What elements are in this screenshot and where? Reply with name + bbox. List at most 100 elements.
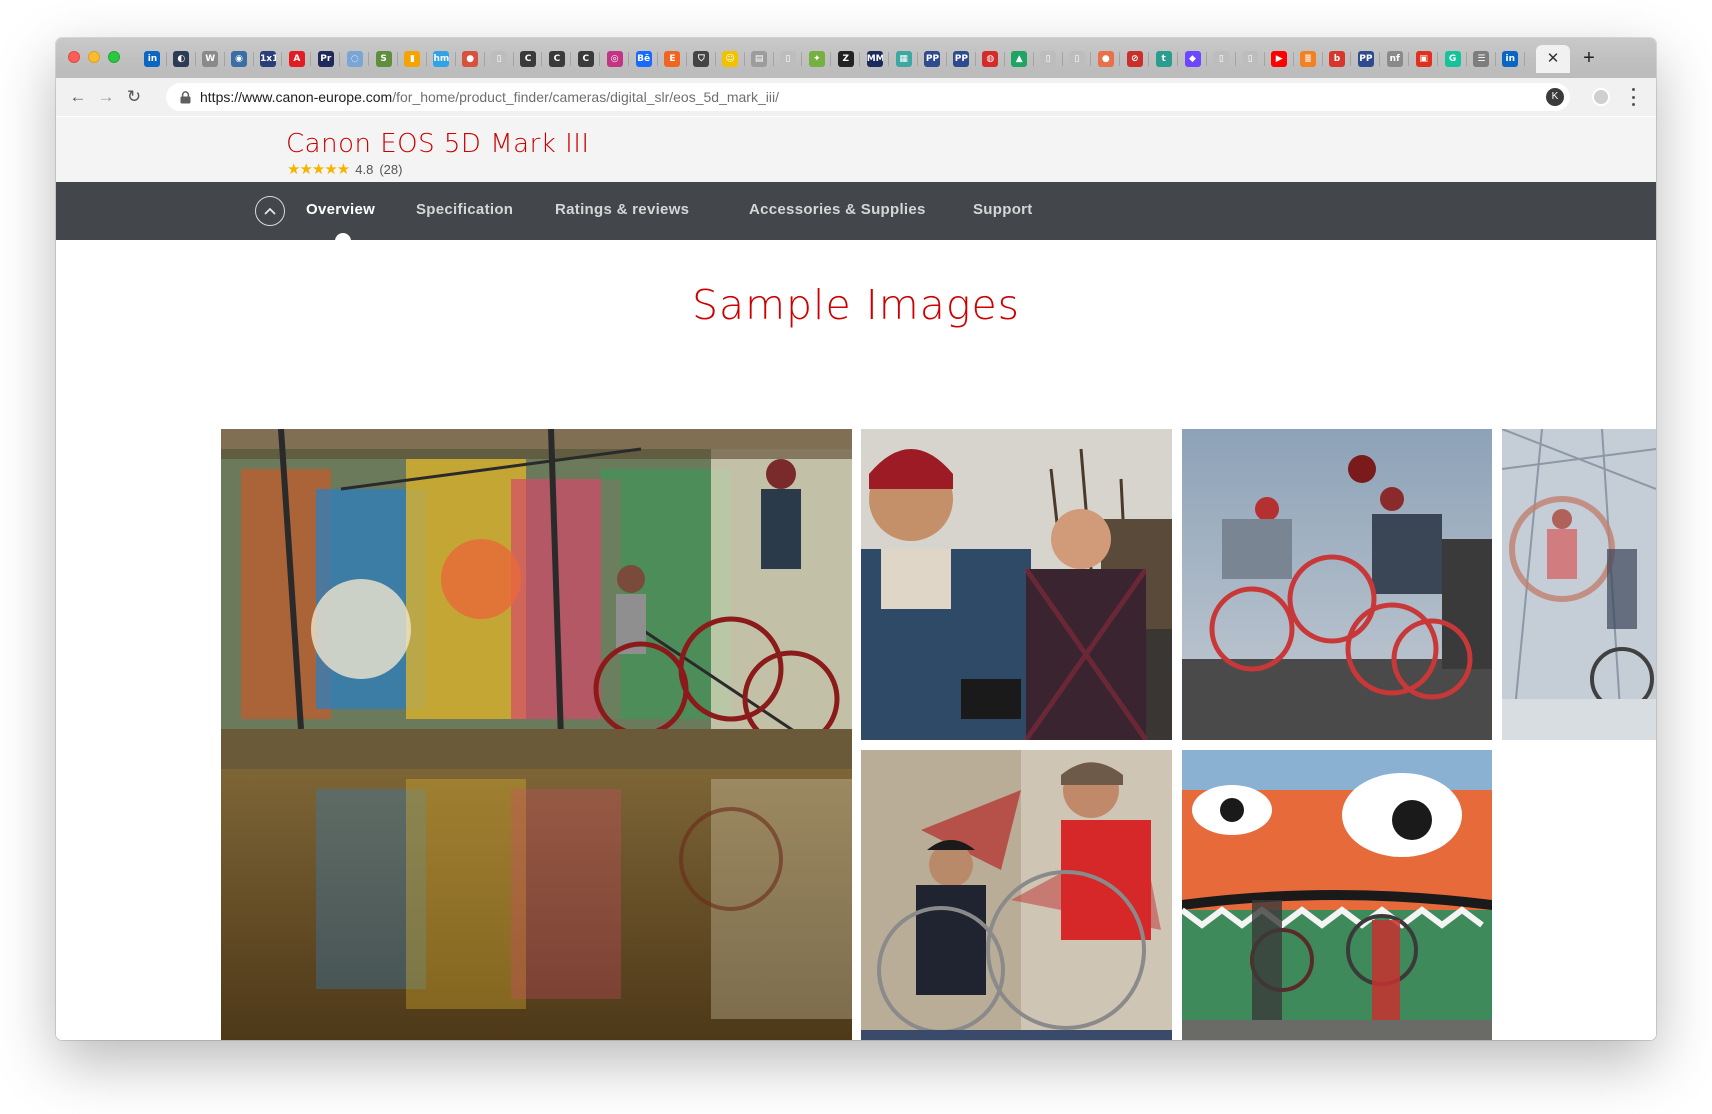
doc-icon: ▯ (1068, 51, 1085, 67)
pinned-tab[interactable]: Bē (629, 45, 658, 73)
pinned-tab[interactable]: MM (860, 45, 890, 73)
pinned-tab[interactable]: ✦ (802, 45, 832, 73)
shield-icon: ⛉ (693, 51, 710, 67)
pinned-tab[interactable]: C (514, 45, 543, 73)
gallery-title: Sample Images (691, 281, 1021, 329)
leaf-icon: ✦ (808, 51, 825, 67)
gallery-image-wheel-repair[interactable] (861, 750, 1172, 1040)
pinned-tab[interactable]: ● (456, 45, 485, 73)
pinned-tab[interactable]: C (571, 45, 601, 73)
pinned-tab[interactable]: ▯ (774, 45, 803, 73)
extension-k-icon[interactable]: K (1546, 88, 1564, 106)
pinned-tab[interactable]: ▯ (1034, 45, 1063, 73)
pinned-tab[interactable]: E (658, 45, 687, 73)
pp-icon: PP (953, 51, 970, 67)
doc-icon: ▯ (1040, 51, 1057, 67)
pinned-tab[interactable]: ▯ (485, 45, 514, 73)
pinned-tab[interactable]: C (542, 45, 572, 73)
pinned-tab[interactable]: ◆ (1178, 45, 1207, 73)
pinned-tab[interactable]: PP (918, 45, 947, 73)
nav-tab-specification[interactable]: Specification (416, 201, 513, 218)
gallery-image-mural-wall[interactable] (1182, 750, 1492, 1040)
gallery-image-dome-cyclists[interactable] (1502, 429, 1656, 740)
pinned-tab[interactable]: S (369, 45, 398, 73)
nav-tab-overview[interactable]: Overview (306, 201, 375, 218)
window-controls (68, 51, 120, 63)
pinned-tab[interactable]: ▦ (889, 45, 918, 73)
pinned-tab[interactable]: nf (1380, 45, 1410, 73)
square-red-icon: ▣ (1415, 51, 1432, 67)
pinned-tab[interactable]: ▯ (1236, 45, 1265, 73)
forward-button[interactable]: → (94, 85, 118, 109)
behance-icon: Bē (635, 51, 652, 67)
pinned-tab[interactable]: ⛉ (687, 45, 716, 73)
gallery-image-bike-polo[interactable] (1182, 429, 1492, 740)
pinned-tab[interactable]: 1x1 (254, 45, 283, 73)
pinned-tab[interactable]: Z (831, 45, 861, 73)
pinned-tab[interactable]: ▣ (1409, 45, 1438, 73)
b-icon: b (1328, 51, 1345, 67)
nav-tab-support[interactable]: Support (973, 201, 1033, 218)
product-header: Canon EOS 5D Mark III ★★★★★ 4.8 (28) (56, 117, 1656, 182)
gallery-image-graffiti-reflection[interactable] (221, 429, 852, 1040)
pinned-tab[interactable]: ◌ (340, 45, 370, 73)
nav-tab-ratings-reviews[interactable]: Ratings & reviews (555, 201, 689, 218)
youtube-icon: ▶ (1271, 51, 1288, 67)
product-rating[interactable]: ★★★★★ 4.8 (28) (287, 162, 403, 178)
pinned-tab[interactable]: PP (1351, 45, 1381, 73)
maximize-window-button[interactable] (108, 51, 120, 63)
stack-icon: ≣ (1300, 51, 1317, 67)
pinned-tab[interactable]: Pr (311, 45, 341, 73)
gallery-image-portrait[interactable] (861, 429, 1172, 740)
new-tab-button[interactable]: + (1578, 48, 1600, 70)
pinned-tab[interactable]: ◐ (167, 45, 196, 73)
pinned-tab[interactable]: ▤ (745, 45, 774, 73)
swirl-icon: ◌ (346, 51, 363, 67)
minimize-window-button[interactable] (88, 51, 100, 63)
drive-icon: ▲ (1011, 51, 1028, 67)
pinned-tab[interactable]: b (1323, 45, 1352, 73)
profile-avatar[interactable] (1592, 88, 1610, 106)
close-tab-icon[interactable]: ✕ (1536, 45, 1570, 73)
pp-icon: PP (924, 51, 941, 67)
pinned-tab[interactable]: ☰ (1467, 45, 1496, 73)
instagram-icon: ◎ (606, 51, 623, 67)
pinned-tab[interactable]: ▮ (398, 45, 427, 73)
pinned-tab[interactable]: hm (427, 45, 456, 73)
adobe-icon: A (288, 51, 305, 67)
pinned-tab[interactable]: ◎ (600, 45, 630, 73)
collapse-header-button[interactable] (255, 196, 285, 226)
pinned-tab[interactable]: ▶ (1265, 45, 1294, 73)
pinned-tab[interactable]: W (196, 45, 225, 73)
pinned-tab[interactable]: ◉ (225, 45, 254, 73)
pinned-tab[interactable]: ⊘ (1120, 45, 1150, 73)
browser-menu-icon[interactable] (1630, 88, 1636, 106)
address-bar[interactable]: https://www.canon-europe.com/for_home/pr… (166, 83, 1570, 111)
pinned-tab[interactable]: ▲ (1005, 45, 1034, 73)
doc-icon: ▯ (491, 51, 508, 67)
page-viewport: Canon EOS 5D Mark III ★★★★★ 4.8 (28) Ove… (56, 117, 1656, 1040)
pinned-tab[interactable]: ▯ (1063, 45, 1092, 73)
pinned-tab[interactable]: ◍ (976, 45, 1005, 73)
pinned-tab[interactable]: G (1438, 45, 1467, 73)
pinned-tab[interactable]: ● (1091, 45, 1121, 73)
reload-button[interactable]: ↻ (122, 85, 146, 109)
pinned-tab[interactable]: A (282, 45, 312, 73)
pinned-tab[interactable]: in (1496, 45, 1525, 73)
review-count: (28) (379, 162, 403, 177)
pinned-tab[interactable]: PP (947, 45, 976, 73)
browser-titlebar: in ◐ W ◉ 1x1 A Pr ◌ S ▮ hm ● ▯ C C C ◎ Bē E ⛉ ☺ ▤ ▯ ✦ Z MM ▦ PP PP ◍ ▲… (56, 38, 1656, 116)
pinned-tab[interactable]: t (1149, 45, 1178, 73)
pinned-tab[interactable]: ☺ (716, 45, 745, 73)
rating-score: 4.8 (355, 162, 374, 177)
nav-tab-accessories-supplies[interactable]: Accessories & Supplies (749, 201, 926, 218)
menu-icon: ☰ (1473, 51, 1490, 67)
close-window-button[interactable] (68, 51, 80, 63)
c-icon: C (520, 51, 537, 67)
pinned-tab[interactable]: ▯ (1207, 45, 1236, 73)
pinned-tab[interactable]: in (138, 45, 167, 73)
smiley-icon: ☺ (722, 51, 739, 67)
back-button[interactable]: ← (66, 85, 90, 109)
circle-blue-icon: ◉ (231, 51, 248, 67)
pinned-tab[interactable]: ≣ (1294, 45, 1323, 73)
